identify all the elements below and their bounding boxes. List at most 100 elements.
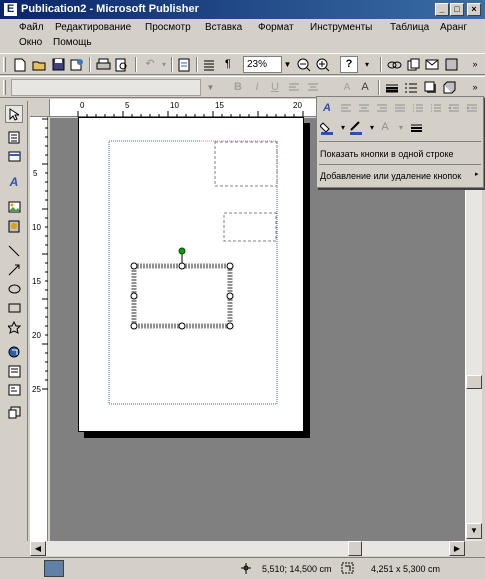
hyperlink-icon[interactable] xyxy=(385,56,403,73)
minimize-button[interactable]: _ xyxy=(435,3,449,16)
show-buttons-one-row-item[interactable]: Показать кнопки в одной строке xyxy=(320,148,454,160)
save-icon[interactable] xyxy=(49,56,67,73)
resize-handle[interactable] xyxy=(130,322,138,330)
columns-icon[interactable] xyxy=(200,56,218,73)
resize-handle[interactable] xyxy=(226,262,234,270)
publisher-app-icon[interactable]: E xyxy=(3,2,18,17)
scroll-down-button[interactable]: ▼ xyxy=(466,523,482,539)
zoom-dropdown-arrow[interactable]: ▼ xyxy=(282,56,293,73)
toolbar-grip[interactable] xyxy=(3,57,6,72)
resize-handle[interactable] xyxy=(178,262,186,270)
zoom-combo[interactable]: 23% xyxy=(243,56,282,73)
bullet-list-icon[interactable] xyxy=(427,100,445,117)
clip-gallery-icon[interactable] xyxy=(5,217,23,235)
toolbar-options-arrow[interactable]: » xyxy=(466,56,484,73)
close-button[interactable]: × xyxy=(467,3,481,16)
align-center-icon[interactable] xyxy=(304,79,322,96)
print-preview-icon[interactable] xyxy=(113,56,131,73)
menu-window[interactable]: Окно xyxy=(19,36,42,49)
bullets-icon[interactable] xyxy=(402,79,420,96)
menu-edit[interactable]: Редактирование xyxy=(55,21,131,34)
add-remove-buttons-item[interactable]: Добавление или удаление кнопок xyxy=(320,170,461,182)
menu-arrange[interactable]: Aранг xyxy=(440,21,467,34)
form-control-icon[interactable] xyxy=(5,362,23,380)
horizontal-scrollbar[interactable]: ◀ ▶ xyxy=(30,541,465,556)
menu-format[interactable]: Формат xyxy=(258,21,294,34)
publication-page[interactable] xyxy=(78,117,304,432)
resize-handle[interactable] xyxy=(226,322,234,330)
3d-style-icon[interactable] xyxy=(440,79,458,96)
line-weight-icon[interactable] xyxy=(407,119,425,136)
menu-file[interactable]: Файл xyxy=(19,21,44,34)
selected-rectangle-shape[interactable] xyxy=(130,247,234,330)
resize-handle[interactable] xyxy=(130,262,138,270)
bold-icon[interactable]: B xyxy=(229,79,247,96)
toolbar-grip[interactable] xyxy=(3,80,6,95)
toolbar-options-arrow[interactable]: » xyxy=(466,79,484,96)
ruler-origin-box[interactable] xyxy=(30,99,50,117)
font-size-decrease-icon[interactable]: A xyxy=(356,79,374,96)
line-style-icon[interactable] xyxy=(383,79,401,96)
page-navigator-icon[interactable] xyxy=(44,560,64,577)
line-tool-icon[interactable] xyxy=(5,242,23,260)
align-center-icon[interactable] xyxy=(355,100,373,117)
align-left-icon[interactable] xyxy=(285,79,303,96)
rectangle-tool-icon[interactable] xyxy=(5,299,23,317)
style-combo[interactable] xyxy=(11,79,201,96)
numbering-icon[interactable] xyxy=(409,100,427,117)
scroll-thumb[interactable] xyxy=(466,375,482,389)
web-publish-icon[interactable] xyxy=(68,56,86,73)
print-icon[interactable] xyxy=(94,56,112,73)
empty-frame[interactable] xyxy=(223,212,277,242)
resize-handle[interactable] xyxy=(178,322,186,330)
zoom-out-icon[interactable] xyxy=(295,56,313,73)
empty-frame[interactable] xyxy=(214,141,278,187)
hscroll-thumb[interactable] xyxy=(348,541,362,556)
arrow-tool-icon[interactable] xyxy=(5,261,23,279)
format-painter-icon[interactable] xyxy=(175,56,193,73)
help-dropdown-icon[interactable]: ▾ xyxy=(358,56,376,73)
insert-object-icon[interactable] xyxy=(442,56,460,73)
picture-frame-icon[interactable] xyxy=(5,198,23,216)
vertical-ruler[interactable]: 5 10 15 20 25 xyxy=(30,117,48,541)
table-frame-icon[interactable] xyxy=(5,147,23,165)
menu-help[interactable]: Помощь xyxy=(53,36,92,49)
zoom-in-icon[interactable] xyxy=(314,56,332,73)
menu-insert[interactable]: Вставка xyxy=(205,21,242,34)
style-dropdown-arrow[interactable]: ▼ xyxy=(205,79,216,96)
submenu-arrow-icon[interactable]: ▸ xyxy=(475,169,479,181)
oval-tool-icon[interactable] xyxy=(5,280,23,298)
align-left-icon[interactable] xyxy=(337,100,355,117)
hot-spot-icon[interactable] xyxy=(5,343,23,361)
justify-icon[interactable] xyxy=(391,100,409,117)
menu-view[interactable]: Просмотр xyxy=(145,21,191,34)
menu-tools[interactable]: Инструменты xyxy=(310,21,372,34)
increase-indent-icon[interactable] xyxy=(463,100,481,117)
open-folder-icon[interactable] xyxy=(30,56,48,73)
scroll-left-button[interactable]: ◀ xyxy=(30,541,46,556)
paragraph-mark-icon[interactable]: ¶ xyxy=(219,56,237,73)
design-gallery-icon[interactable] xyxy=(5,403,23,421)
font-style-icon[interactable]: A xyxy=(318,100,336,117)
html-code-icon[interactable] xyxy=(5,381,23,399)
page-navigation-icon[interactable] xyxy=(404,56,422,73)
font-size-increase-icon[interactable]: A xyxy=(338,79,356,96)
help-icon[interactable]: ? xyxy=(340,56,358,73)
menu-table[interactable]: Таблица xyxy=(390,21,429,34)
wordart-icon[interactable]: A xyxy=(5,173,23,191)
text-box-icon[interactable] xyxy=(5,128,23,146)
italic-icon[interactable]: I xyxy=(248,79,266,96)
decrease-indent-icon[interactable] xyxy=(445,100,463,117)
resize-handle[interactable] xyxy=(226,292,234,300)
pointer-tool-icon[interactable] xyxy=(5,105,23,123)
new-document-icon[interactable] xyxy=(11,56,29,73)
align-right-icon[interactable] xyxy=(373,100,391,117)
title-bar[interactable]: E Publication2 - Microsoft Publisher _ □… xyxy=(0,0,485,19)
autoshapes-icon[interactable] xyxy=(5,318,23,336)
send-mail-icon[interactable] xyxy=(423,56,441,73)
shadow-icon[interactable] xyxy=(421,79,439,96)
resize-handle[interactable] xyxy=(130,292,138,300)
maximize-button[interactable]: □ xyxy=(450,3,464,16)
underline-icon[interactable]: U xyxy=(266,79,284,96)
rotation-handle[interactable] xyxy=(178,247,186,255)
